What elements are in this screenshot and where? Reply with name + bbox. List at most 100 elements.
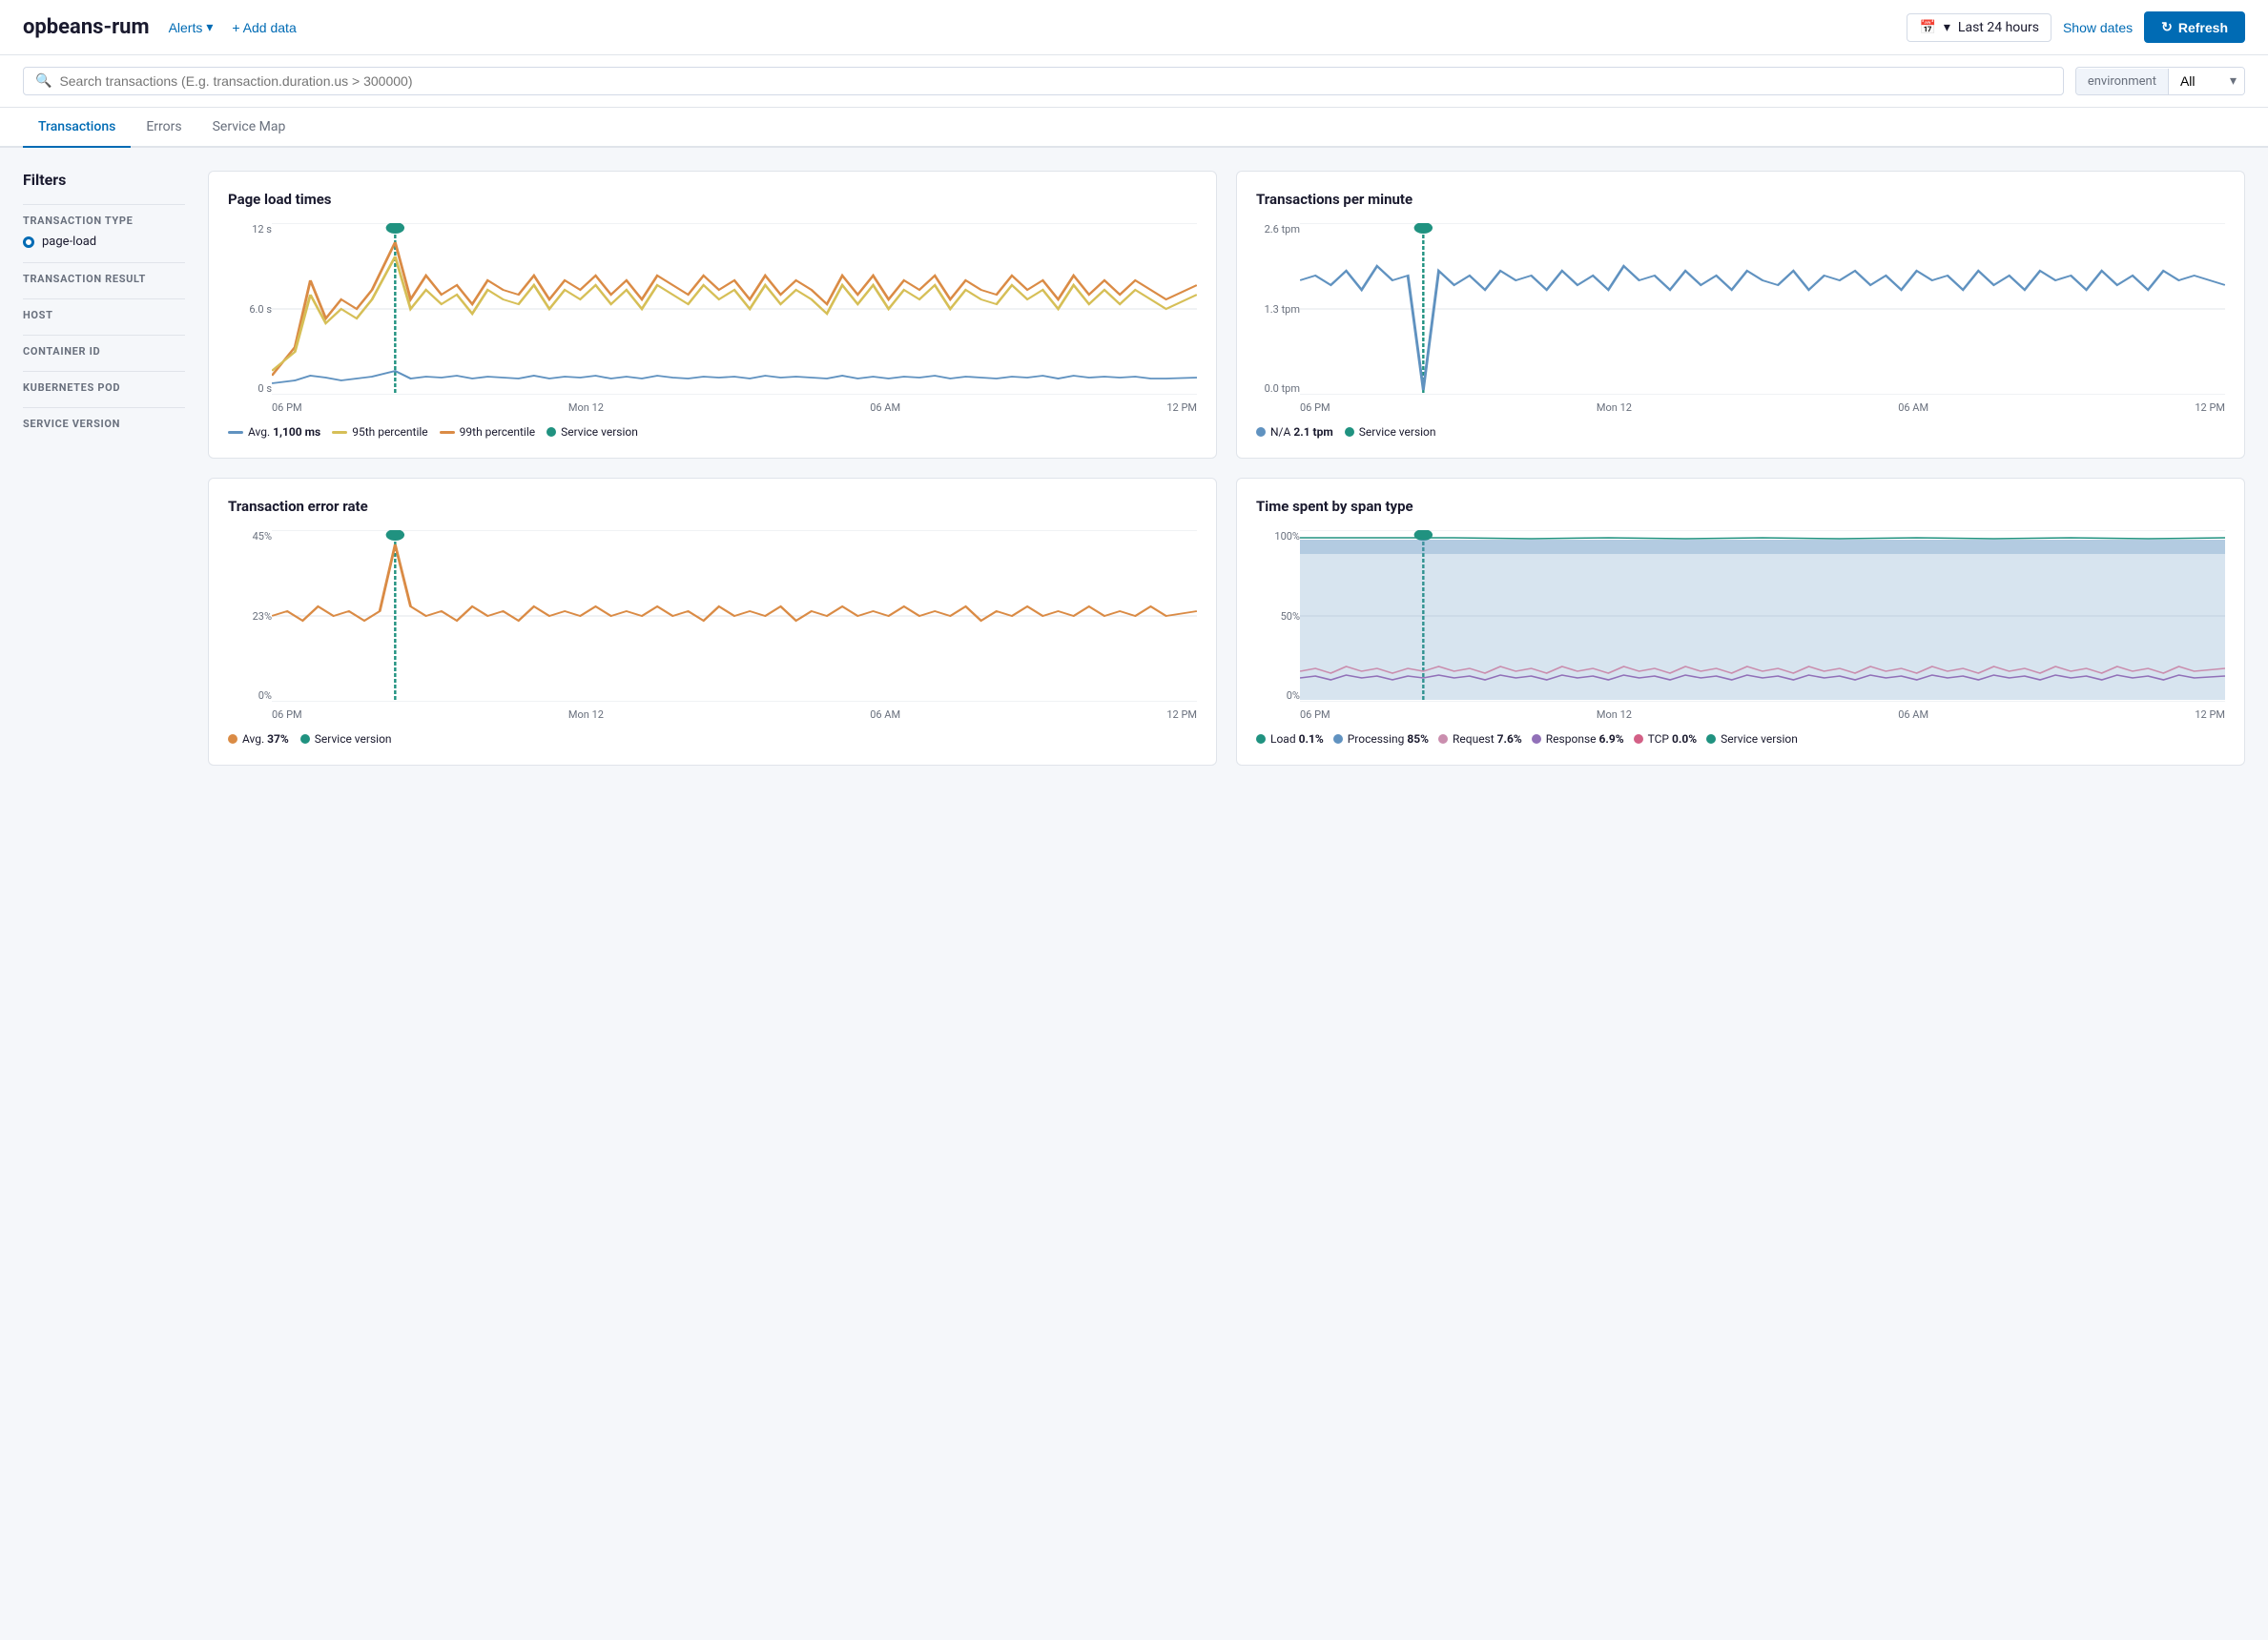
chart-svg-tpm [1300,223,2225,395]
env-label: environment [2076,69,2169,94]
header-right: 📅 ▾ Last 24 hours Show dates ↻ Refresh [1907,11,2245,43]
header: opbeans-rum Alerts ▾ + Add data 📅 ▾ Last… [0,0,2268,55]
chart-svg-error [272,530,1197,702]
legend-tpm-service-version: Service version [1345,425,1436,439]
chart-transactions-per-minute: Transactions per minute 2.6 tpm 1.3 tpm … [1236,171,2245,459]
chart-page-load-area: 12 s 6.0 s 0 s [228,223,1197,414]
time-range-label: Last 24 hours [1958,20,2039,35]
show-dates-button[interactable]: Show dates [2063,20,2133,35]
filter-transaction-type: TRANSACTION TYPE page-load [23,204,185,249]
filter-service-version-label: SERVICE VERSION [23,418,185,430]
x-axis-tpm: 06 PM Mon 12 06 AM 12 PM [1300,401,2225,414]
chart-svg-span [1300,530,2225,702]
y-axis-span: 100% 50% 0% [1256,530,1300,702]
filter-container-id-label: CONTAINER ID [23,345,185,358]
alerts-label: Alerts [169,20,203,35]
environment-filter: environment All ▾ [2075,67,2245,95]
x-axis-page-load: 06 PM Mon 12 06 AM 12 PM [272,401,1197,414]
chart-page-load-times: Page load times 12 s 6.0 s 0 s [208,171,1217,459]
chevron-down-icon: ▾ [206,19,213,35]
chart-span-area: 100% 50% 0% [1256,530,2225,721]
filter-item-page-load[interactable]: page-load [23,235,185,249]
filter-host-label: HOST [23,309,185,321]
y-axis-error: 45% 23% 0% [228,530,272,702]
main-content: Filters TRANSACTION TYPE page-load TRANS… [0,148,2268,789]
radio-icon [23,236,34,248]
legend-service-version: Service version [546,425,638,439]
refresh-button[interactable]: ↻ Refresh [2144,11,2245,43]
legend-99th: 99th percentile [440,425,535,439]
legend-na: N/A 2.1 tpm [1256,425,1333,439]
filter-transaction-result: TRANSACTION RESULT [23,262,185,285]
chart-error-title: Transaction error rate [228,498,1197,515]
chart-error-legend: Avg. 37% Service version [228,732,1197,746]
legend-avg-error: Avg. 37% [228,732,289,746]
search-input-wrap: 🔍 [23,67,2064,95]
legend-load: Load 0.1% [1256,732,1324,746]
legend-95th-line [332,431,347,434]
add-data-button[interactable]: + Add data [232,20,296,35]
y-axis-tpm: 2.6 tpm 1.3 tpm 0.0 tpm [1256,223,1300,395]
charts-grid: Page load times 12 s 6.0 s 0 s [208,171,2245,766]
env-select[interactable]: All [2169,68,2222,94]
legend-request: Request 7.6% [1438,732,1522,746]
chart-span-legend: Load 0.1% Processing 85% Request 7.6% Re… [1256,732,2225,746]
filter-kubernetes-pod: KUBERNETES POD [23,371,185,394]
add-data-label: + Add data [232,20,296,35]
filter-transaction-type-label: TRANSACTION TYPE [23,215,185,227]
sidebar-title: Filters [23,171,185,189]
filter-host: HOST [23,298,185,321]
x-axis-span: 06 PM Mon 12 06 AM 12 PM [1300,708,2225,721]
chart-error-area: 45% 23% 0% 06 PM [228,530,1197,721]
chart-page-load-legend: Avg. 1,100 ms 95th percentile 99th perce… [228,425,1197,439]
x-axis-error: 06 PM Mon 12 06 AM 12 PM [272,708,1197,721]
chart-transaction-error-rate: Transaction error rate 45% 23% 0% [208,478,1217,766]
legend-response-dot [1532,734,1541,744]
legend-processing: Processing 85% [1333,732,1429,746]
tab-transactions[interactable]: Transactions [23,108,131,148]
legend-error-service-version: Service version [300,732,392,746]
legend-tcp-dot [1634,734,1643,744]
tabs: Transactions Errors Service Map [0,108,2268,148]
search-icon: 🔍 [35,73,52,89]
chart-svg-page-load [272,223,1197,395]
chart-page-load-title: Page load times [228,191,1197,208]
refresh-label: Refresh [2178,20,2228,35]
tab-errors[interactable]: Errors [131,108,196,148]
legend-99th-line [440,431,455,434]
chart-time-spent-by-span: Time spent by span type 100% 50% 0% [1236,478,2245,766]
app-title: opbeans-rum [23,15,150,39]
legend-span-service-version-dot [1706,734,1716,744]
chart-span-title: Time spent by span type [1256,498,2225,515]
legend-tcp: TCP 0.0% [1634,732,1697,746]
legend-load-dot [1256,734,1266,744]
chart-tpm-legend: N/A 2.1 tpm Service version [1256,425,2225,439]
filter-kubernetes-pod-label: KUBERNETES POD [23,381,185,394]
legend-avg-line [228,431,243,434]
calendar-icon: 📅 [1919,20,1935,35]
header-left: opbeans-rum Alerts ▾ + Add data [23,15,1891,39]
filter-container-id: CONTAINER ID [23,335,185,358]
filter-service-version: SERVICE VERSION [23,407,185,430]
legend-tpm-service-version-dot [1345,427,1354,437]
chevron-down-icon: ▾ [2222,68,2244,94]
chart-tpm-area: 2.6 tpm 1.3 tpm 0.0 tpm [1256,223,2225,414]
search-input[interactable] [59,73,2051,89]
legend-service-version-dot [546,427,556,437]
time-range-picker[interactable]: 📅 ▾ Last 24 hours [1907,13,2052,42]
alerts-button[interactable]: Alerts ▾ [169,19,214,35]
y-axis-page-load: 12 s 6.0 s 0 s [228,223,272,395]
chart-tpm-title: Transactions per minute [1256,191,2225,208]
refresh-icon: ↻ [2161,19,2173,35]
legend-na-dot [1256,427,1266,437]
chevron-down-icon: ▾ [1944,20,1950,35]
legend-95th: 95th percentile [332,425,427,439]
legend-request-dot [1438,734,1448,744]
legend-avg-error-dot [228,734,237,744]
legend-avg: Avg. 1,100 ms [228,425,320,439]
tab-service-map[interactable]: Service Map [197,108,301,148]
filter-transaction-result-label: TRANSACTION RESULT [23,273,185,285]
legend-span-service-version: Service version [1706,732,1798,746]
legend-error-service-version-dot [300,734,310,744]
legend-processing-dot [1333,734,1343,744]
